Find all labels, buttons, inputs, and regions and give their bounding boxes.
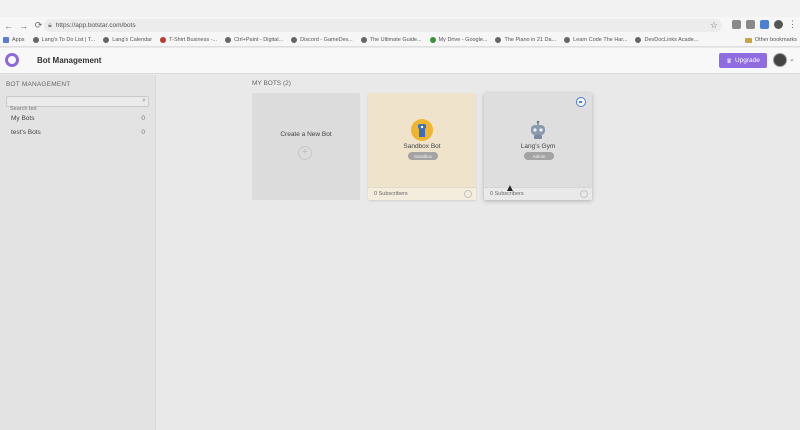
bookmark-label: The Piano in 21 Da... — [504, 37, 557, 43]
bookmark-label: Lang's Calendar — [112, 37, 153, 43]
bookmark-item[interactable]: Learn Code The Har... — [564, 37, 627, 43]
mouse-cursor-icon: ▲ — [505, 183, 515, 194]
bot-card-sandbox[interactable]: Sandbox Bot Sandbox 0 Subscribers — [368, 93, 476, 200]
bookmark-item[interactable]: Ctrl+Paint - Digital... — [225, 37, 283, 43]
bookmark-item[interactable]: The Piano in 21 Da... — [495, 37, 556, 43]
sidebar-item-my-bots[interactable]: My Bots 0 — [11, 115, 145, 122]
crown-icon: ♛ — [726, 57, 732, 65]
card-footer: 0 Subscribers — [484, 187, 592, 200]
role-badge: Admin — [524, 152, 554, 160]
bookmark-item[interactable]: My Drive - Google... — [429, 37, 488, 43]
bookmark-label: Lang's To Do List | T... — [41, 37, 96, 43]
shirt-icon — [160, 37, 167, 43]
globe-icon — [360, 37, 367, 43]
bookmark-label: The Ultimate Guide... — [369, 37, 422, 43]
chevron-down-icon[interactable]: ⌄ — [789, 55, 795, 63]
search-icon[interactable]: ⌕ — [142, 97, 146, 105]
browser-toolbar: ← → ⟳ 🔒︎ https://app.botstar.com/bots ☆ … — [0, 17, 800, 34]
browser-menu-icon[interactable]: ⋮ — [788, 20, 797, 29]
bookmark-label: Discord - GameDev... — [300, 37, 353, 43]
bookmark-item[interactable]: DevDocLinks Acade... — [635, 37, 698, 43]
bookmark-item[interactable]: T-Shirt Business -... — [160, 37, 217, 43]
bookmark-label: DevDocLinks Acade... — [644, 37, 699, 43]
upgrade-label: Upgrade — [734, 57, 760, 64]
back-icon[interactable]: ← — [2, 19, 15, 32]
globe-icon — [103, 37, 110, 43]
bookmark-label: T-Shirt Business -... — [169, 37, 218, 43]
lock-icon: 🔒︎ — [48, 21, 52, 29]
sidebar-item-count: 0 — [141, 129, 145, 136]
other-bookmarks-label: Other bookmarks — [754, 37, 797, 43]
bookmark-label: Apps — [12, 37, 25, 43]
botstar-logo-icon[interactable] — [5, 53, 19, 67]
url-text: https://app.botstar.com/bots — [55, 22, 136, 29]
bookmark-item[interactable]: Lang's Calendar — [103, 37, 152, 43]
more-options-icon[interactable] — [580, 190, 588, 198]
create-bot-card[interactable]: Create a New Bot + — [252, 93, 360, 200]
drive-icon — [429, 37, 436, 43]
bookmark-label: Learn Code The Har... — [573, 37, 628, 43]
app-header: Bot Management ♛ Upgrade ⌄ — [0, 48, 800, 74]
bookmark-item[interactable]: Discord - GameDev... — [291, 37, 353, 43]
section-heading: MY BOTS (2) — [252, 80, 291, 87]
sandbox-bot-avatar-icon — [411, 119, 433, 141]
bot-name: Lang's Gym — [520, 143, 556, 150]
globe-icon — [32, 37, 39, 43]
other-bookmarks[interactable]: Other bookmarks — [744, 37, 797, 43]
bot-name: Sandbox Bot — [403, 143, 441, 150]
sidebar-item-label: My Bots — [11, 115, 35, 122]
globe-icon — [495, 37, 502, 43]
folder-icon — [744, 37, 752, 43]
globe-icon — [291, 37, 298, 43]
plus-icon: + — [298, 146, 312, 160]
more-options-icon[interactable] — [464, 190, 472, 198]
bookmark-star-icon[interactable]: ☆ — [710, 20, 718, 31]
bookmarks-bar: Apps Lang's To Do List | T... Lang's Cal… — [0, 34, 800, 47]
globe-icon — [225, 37, 232, 43]
card-footer: 0 Subscribers — [368, 187, 476, 200]
bookmark-item[interactable]: Lang's To Do List | T... — [32, 37, 96, 43]
sidebar-heading: BOT MANAGEMENT — [6, 81, 71, 88]
subscriber-count: 0 Subscribers — [374, 191, 408, 197]
extension-icon[interactable] — [746, 20, 755, 29]
bookmark-label: My Drive - Google... — [438, 37, 488, 43]
bookmark-label: Ctrl+Paint - Digital... — [234, 37, 284, 43]
page-title: Bot Management — [37, 56, 102, 65]
sidebar-item-tests-bots[interactable]: test's Bots 0 — [11, 129, 145, 136]
apps-grid-icon — [3, 37, 9, 43]
bookmark-item[interactable]: The Ultimate Guide... — [360, 37, 422, 43]
search-input[interactable] — [7, 104, 135, 114]
globe-icon — [564, 37, 571, 43]
role-badge: Sandbox — [408, 152, 438, 160]
sidebar: BOT MANAGEMENT ⌕ My Bots 0 test's Bots 0 — [0, 75, 156, 430]
create-bot-label: Create a New Bot — [280, 131, 332, 138]
forward-icon[interactable]: → — [17, 19, 30, 32]
robot-avatar-icon — [531, 120, 545, 139]
window-tab-strip — [0, 0, 800, 17]
sidebar-item-count: 0 — [141, 115, 145, 122]
extension-icon[interactable] — [760, 20, 769, 29]
address-bar[interactable]: 🔒︎ https://app.botstar.com/bots ☆ — [44, 19, 722, 32]
upgrade-button[interactable]: ♛ Upgrade — [719, 53, 767, 68]
sidebar-search: ⌕ — [6, 96, 149, 114]
avatar[interactable] — [773, 53, 787, 67]
sidebar-item-label: test's Bots — [11, 129, 41, 136]
extension-icons: ⋮ — [732, 20, 797, 29]
selected-check-icon[interactable] — [576, 97, 586, 107]
profile-icon[interactable] — [774, 20, 783, 29]
bot-card-langs-gym[interactable]: Lang's Gym Admin 0 Subscribers — [484, 93, 592, 200]
bookmark-apps[interactable]: Apps — [3, 37, 25, 43]
globe-icon — [635, 37, 642, 43]
extension-icon[interactable] — [732, 20, 741, 29]
